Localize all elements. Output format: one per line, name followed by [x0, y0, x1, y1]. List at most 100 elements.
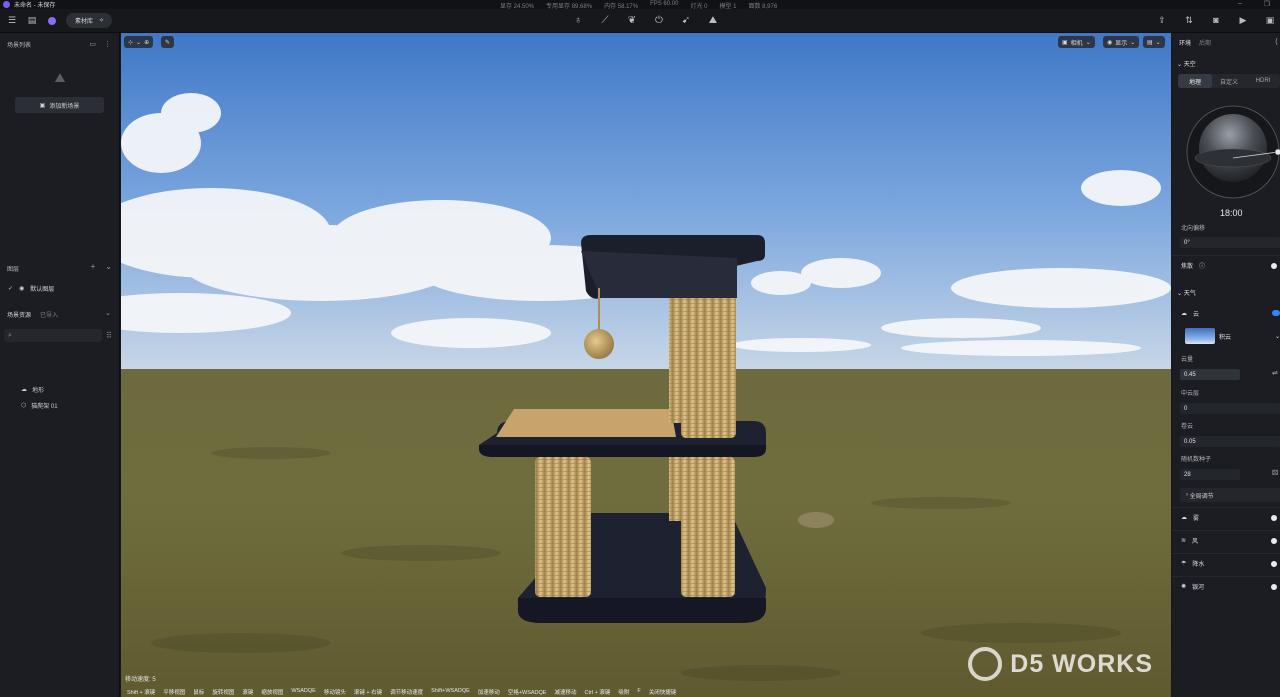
asset-item-terrain[interactable]: ☁ 地形 — [21, 383, 44, 395]
cloud-row: ☁ 云 — [1172, 303, 1280, 323]
dice-icon[interactable]: ⚄ — [1272, 469, 1278, 477]
adjust-icon[interactable]: ⇌ — [1272, 369, 1278, 377]
camera-icon[interactable]: ◙ — [1210, 14, 1222, 26]
tab-scene-assets[interactable]: 场景资源 — [7, 310, 31, 319]
tab-hdri[interactable]: HDRI — [1246, 74, 1280, 88]
add-scene-button[interactable]: ▣ 添加新场景 — [15, 97, 104, 113]
cloud-amount-label: 云量 — [1181, 357, 1194, 363]
sky-section-title[interactable]: ⌄ 天空 — [1177, 59, 1196, 68]
tab-environment[interactable]: 环境 — [1179, 38, 1191, 47]
grid-view-icon[interactable]: ⠿ — [106, 331, 112, 340]
path-icon[interactable]: ⟋ — [599, 14, 611, 26]
mid-cloud-input[interactable]: 0 — [1180, 403, 1280, 414]
cirrus-label: 卷云 — [1181, 424, 1194, 430]
sun-position-dial[interactable] — [1184, 103, 1280, 201]
hint: 滚键 — [242, 690, 254, 696]
pencil-button[interactable]: ✎ — [161, 36, 175, 48]
fog-icon: ☁ — [1181, 515, 1187, 521]
tab-post[interactable]: 后期 — [1199, 38, 1211, 47]
camera-dropdown[interactable]: ▣ 相机 ⌄ — [1058, 36, 1095, 48]
tab-geo[interactable]: 地理 — [1178, 74, 1212, 88]
minimize-icon[interactable]: – — [1238, 0, 1242, 8]
rain-icon: ☂ — [1181, 561, 1187, 567]
global-adjust-label: 全局调节 — [1189, 493, 1214, 500]
hint: 缩放视图 — [261, 690, 284, 696]
cloud-toggle[interactable] — [1272, 310, 1280, 316]
scene-list-title: 场景列表 — [7, 43, 32, 49]
weather-section-title[interactable]: ⌄ 天气 — [1177, 288, 1196, 297]
fog-toggle[interactable] — [1271, 514, 1277, 521]
chevron-down-icon[interactable]: ⌄ — [105, 262, 112, 271]
hint: 加速移动 — [477, 690, 500, 696]
galaxy-icon: ✺ — [1181, 584, 1187, 590]
share-icon[interactable]: ⇅ — [1183, 14, 1195, 26]
caustics-toggle[interactable] — [1271, 262, 1277, 269]
hint: Shift+WSADQE — [431, 688, 470, 694]
power-icon[interactable]: ⏻ — [653, 14, 665, 26]
galaxy-toggle[interactable] — [1271, 583, 1277, 590]
cloud-type-select[interactable]: 积云 ⌄ — [1185, 327, 1280, 345]
sky-title: 天空 — [1183, 62, 1196, 68]
hint: 吸附 — [618, 690, 630, 696]
layers-title: 图层 — [7, 267, 20, 273]
check-icon[interactable]: ✓ — [8, 285, 13, 292]
asset-search-input[interactable]: ⌕ — [4, 329, 102, 342]
add-image-icon: ▣ — [39, 102, 46, 109]
asset-library-button[interactable]: 素材库 ✧ — [66, 13, 113, 28]
weather-title: 天气 — [1183, 291, 1196, 297]
leaf-icon[interactable]: ❦ — [626, 14, 638, 26]
collapse-icon[interactable]: ⟨ — [1275, 37, 1278, 46]
global-adjust-expander[interactable]: › 全局调节 — [1180, 488, 1280, 502]
maximize-icon[interactable]: ❐ — [1264, 0, 1270, 8]
seed-label: 随机数种子 — [1181, 457, 1212, 463]
screen-icon[interactable]: ▭ — [89, 40, 96, 48]
north-offset-input[interactable]: 0° — [1180, 237, 1280, 248]
tool-group: ♁ ⟋ ❦ ⏻ ➹ ⛰ — [572, 14, 719, 26]
3d-viewport[interactable]: ⊹ ⌄ ⊕ ✎ ▣ 相机 ⌄ ◉ 显示 ⌄ ▤ ⌄ 移动速度: 5 Shift … — [121, 33, 1171, 697]
seed-input[interactable]: 28 — [1180, 469, 1240, 480]
light-bulb-icon[interactable]: ♁ — [572, 14, 584, 26]
cursor-icon[interactable]: ➹ — [680, 14, 692, 26]
export-icon[interactable]: ⇪ — [1156, 14, 1168, 26]
video-icon[interactable]: ▶ — [1237, 14, 1249, 26]
rain-row: ☂ 降水 — [1172, 553, 1280, 573]
search-icon: ⌕ — [8, 331, 12, 339]
rain-label: 降水 — [1192, 562, 1205, 568]
file-icon[interactable]: ▤ — [26, 15, 38, 27]
asset-item-cat-tree[interactable]: ⬡ 猫爬架 01 — [21, 399, 58, 411]
app-logo-icon — [3, 1, 10, 8]
d5-logo-icon — [968, 647, 1003, 681]
tab-imported[interactable]: 已导入 — [40, 310, 58, 319]
wind-toggle[interactable] — [1271, 537, 1277, 544]
hint: 滚键 + 右键 — [353, 690, 383, 696]
menu-icon[interactable]: ☰ — [6, 15, 18, 27]
globe-icon[interactable]: ⊕ — [144, 39, 149, 46]
galaxy-row: ✺ 银河 — [1172, 576, 1280, 596]
transform-mode-control[interactable]: ⊹ ⌄ ⊕ — [124, 36, 154, 48]
add-layer-icon[interactable]: + — [91, 262, 96, 271]
cloud-label: 云 — [1193, 311, 1200, 318]
render-icon: ▤ — [1147, 39, 1153, 46]
rain-toggle[interactable] — [1271, 560, 1277, 567]
info-icon[interactable]: ⓘ — [1199, 261, 1205, 270]
hint: 平移视图 — [163, 690, 186, 696]
camera-icon: ▣ — [1062, 39, 1068, 46]
ai-assistant-icon[interactable] — [46, 15, 58, 27]
chevron-down-icon: ⌄ — [1130, 39, 1136, 46]
tab-custom[interactable]: 自定义 — [1212, 74, 1246, 88]
fog-row: ☁ 雾 — [1172, 507, 1280, 527]
sky-mode-tabs: 地理 自定义 HDRI — [1178, 74, 1280, 88]
render-settings-dropdown[interactable]: ▤ ⌄ — [1143, 36, 1165, 48]
cirrus-input[interactable]: 0.05 — [1180, 436, 1280, 447]
watermark: D5 WORKS — [968, 647, 1153, 681]
layer-item-default[interactable]: ✓ ◉ 默认图层 — [0, 280, 120, 296]
filter-icon[interactable]: ⌄ — [105, 309, 111, 317]
panel-icon[interactable]: ▣ — [1264, 14, 1276, 26]
eye-icon[interactable]: ◉ — [19, 285, 24, 292]
terrain-icon[interactable]: ⛰ — [707, 14, 719, 26]
cloud-amount-slider[interactable]: 0.45 — [1180, 369, 1240, 380]
display-dropdown[interactable]: ◉ 显示 ⌄ — [1103, 36, 1140, 48]
wind-label: 风 — [1192, 539, 1199, 545]
cube-icon: ⬡ — [21, 402, 27, 409]
more-icon[interactable]: ⋮ — [104, 40, 111, 48]
